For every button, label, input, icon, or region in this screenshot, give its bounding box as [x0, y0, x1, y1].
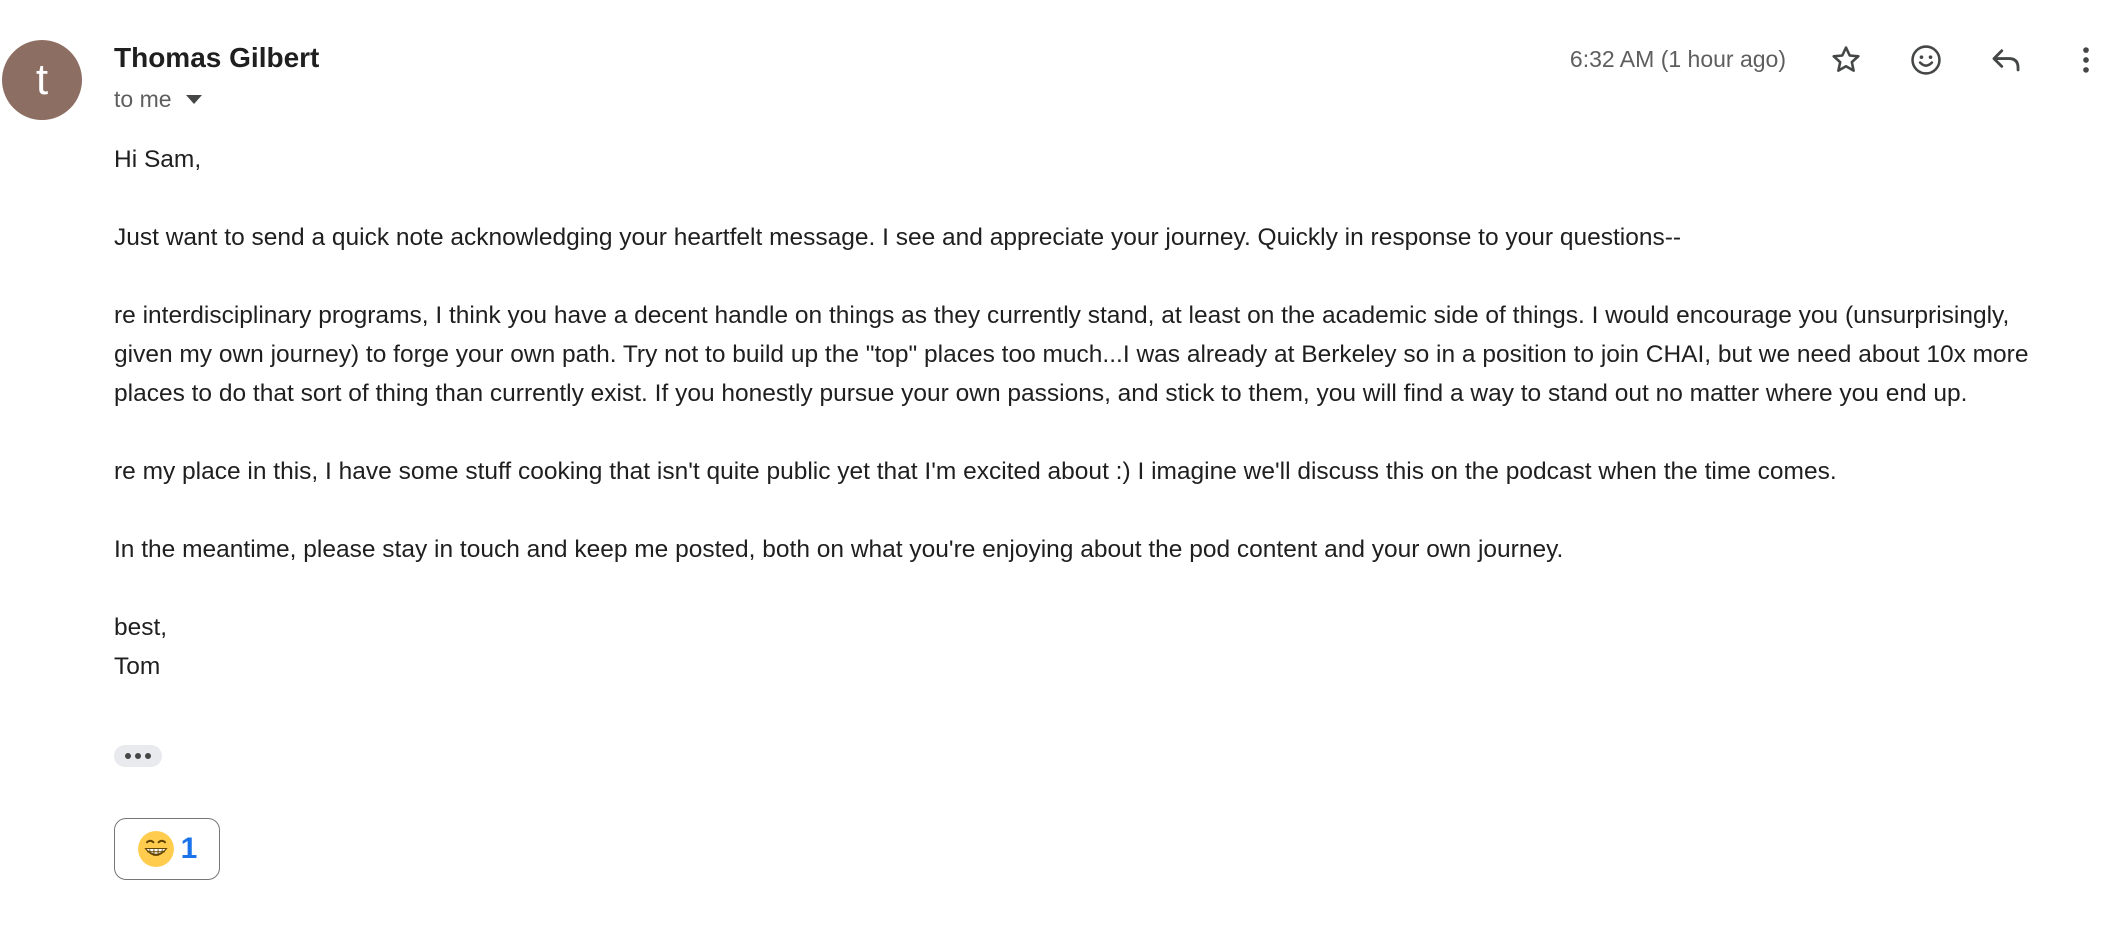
message-timestamp: 6:32 AM (1 hour ago): [1569, 46, 1786, 72]
message-paragraph: In the meantime, please stay in touch an…: [114, 536, 1564, 563]
emoji-icon: [1911, 45, 1941, 75]
reply-icon: [1992, 49, 2020, 72]
chevron-down-icon: [185, 95, 202, 104]
show-trimmed-content-button[interactable]: [114, 745, 162, 767]
message-greeting: Hi Sam,: [114, 146, 202, 173]
message-signoff: best,: [114, 614, 168, 641]
message-body: Hi Sam, Just want to send a quick note a…: [114, 140, 2074, 686]
add-reaction-button[interactable]: [1904, 38, 1948, 82]
ellipsis-dot: [135, 753, 141, 759]
sender-name[interactable]: Thomas Gilbert: [114, 42, 319, 74]
emoji-reaction-chip[interactable]: 1: [114, 818, 220, 880]
sender-avatar[interactable]: t: [2, 40, 82, 120]
message-paragraph: Just want to send a quick note acknowled…: [114, 224, 1682, 251]
star-icon: [1832, 46, 1860, 72]
grinning-face-icon: [137, 831, 174, 867]
ellipsis-dot: [145, 753, 151, 759]
more-vert-icon: [2083, 47, 2089, 73]
reply-button[interactable]: [1984, 38, 2028, 82]
star-button[interactable]: [1824, 38, 1868, 82]
message-paragraph: re interdisciplinary programs, I think y…: [114, 302, 2029, 407]
recipient-label: to me: [114, 86, 172, 112]
message-signature: Tom: [114, 653, 161, 680]
recipient-details-toggle[interactable]: to me: [114, 86, 202, 113]
reaction-count: 1: [180, 832, 198, 865]
more-options-button[interactable]: [2064, 38, 2108, 82]
ellipsis-dot: [125, 753, 131, 759]
message-paragraph: re my place in this, I have some stuff c…: [114, 458, 1837, 485]
